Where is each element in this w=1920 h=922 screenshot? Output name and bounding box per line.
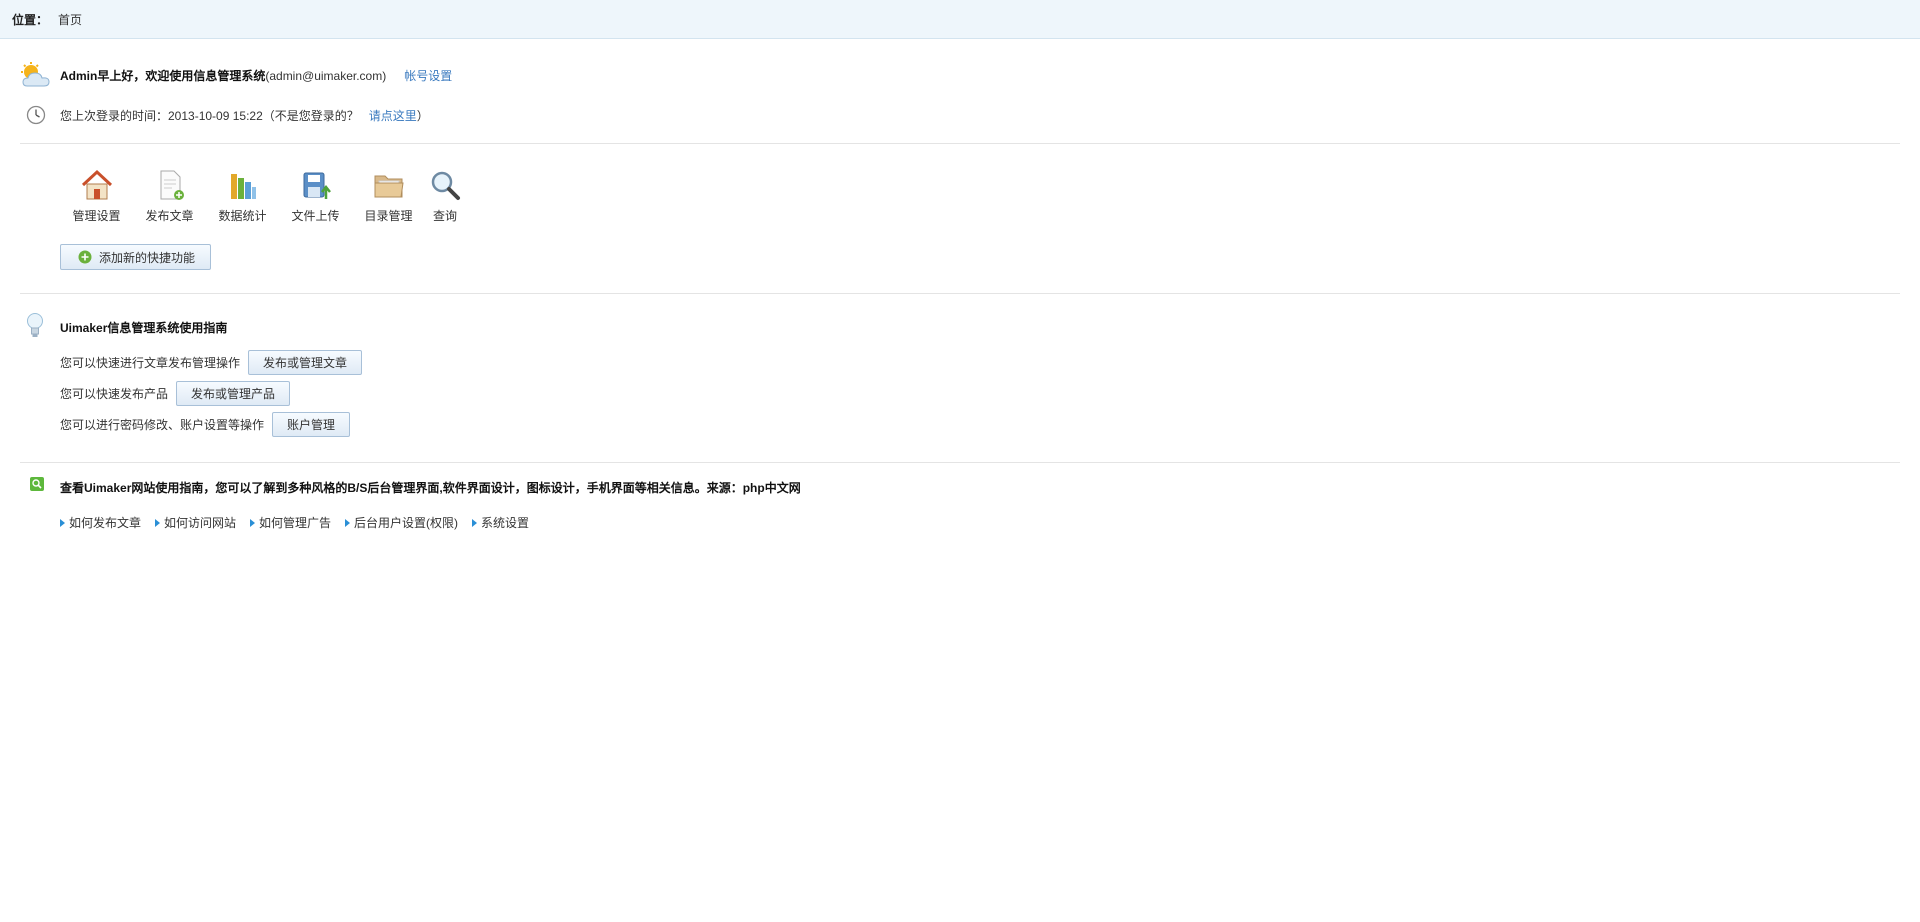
account-settings-link[interactable]: 帐号设置: [404, 69, 452, 83]
site-guide-section: 查看Uimaker网站使用指南，您可以了解到多种风格的B/S后台管理界面,软件界…: [20, 463, 1900, 583]
help-link-label: 如何管理广告: [259, 516, 332, 530]
guide-row-text: 您可以快速进行文章发布管理操作: [60, 356, 241, 370]
last-login-line: 您上次登录的时间：2013-10-09 15:22（不是您登录的？ 请点这里）: [60, 108, 429, 124]
help-link-publish-article[interactable]: 如何发布文章: [60, 514, 141, 531]
weather-icon: [21, 62, 50, 87]
guide-row-text: 您可以进行密码修改、账户设置等操作: [60, 418, 265, 432]
help-link-label: 系统设置: [481, 516, 530, 530]
main-content: Admin早上好，欢迎使用信息管理系统(admin@uimaker.com) 帐号…: [0, 39, 1920, 583]
plus-circle-icon: [78, 250, 92, 264]
new-document-icon: [160, 170, 184, 200]
shortcut-label: 发布文章: [145, 209, 194, 223]
arrow-right-icon: [472, 518, 478, 527]
shortcut-label: 文件上传: [291, 209, 340, 223]
help-link-label: 后台用户设置(权限): [354, 516, 459, 530]
folder-icon: [374, 175, 404, 198]
bar-chart-icon: [230, 174, 256, 199]
shortcut-label: 目录管理: [364, 209, 413, 223]
arrow-right-icon: [250, 518, 256, 527]
shortcut-manage-settings[interactable]: 管理设置: [60, 168, 133, 224]
shortcut-directory[interactable]: 目录管理: [352, 168, 425, 224]
guide-row-text: 您可以快速发布产品: [60, 387, 169, 401]
arrow-right-icon: [345, 518, 351, 527]
greeting-line: Admin早上好，欢迎使用信息管理系统(admin@uimaker.com) 帐号…: [60, 68, 452, 84]
add-shortcut-label: 添加新的快捷功能: [99, 250, 196, 265]
help-link-label: 如何访问网站: [164, 516, 237, 530]
location-bar: 位置： 首页: [0, 0, 1920, 39]
lightbulb-icon: [27, 313, 43, 337]
help-link-label: 如何发布文章: [69, 516, 142, 530]
help-link-system-settings[interactable]: 系统设置: [472, 514, 529, 531]
guide-title: Uimaker信息管理系统使用指南: [60, 321, 228, 335]
manage-products-button[interactable]: 发布或管理产品: [176, 381, 291, 406]
help-link-manage-ads[interactable]: 如何管理广告: [250, 514, 331, 531]
search-icon: [30, 477, 44, 491]
guide-row-account: 您可以进行密码修改、账户设置等操作 账户管理: [60, 412, 351, 437]
welcome-section: Admin早上好，欢迎使用信息管理系统(admin@uimaker.com) 帐号…: [20, 39, 1900, 144]
help-link-user-permissions[interactable]: 后台用户设置(权限): [345, 514, 458, 531]
guide-section: Uimaker信息管理系统使用指南 您可以快速进行文章发布管理操作 发布或管理文…: [20, 294, 1900, 463]
shortcut-label: 查询: [432, 209, 457, 223]
greeting-text: Admin早上好，欢迎使用信息管理系统: [60, 69, 266, 83]
manage-articles-button[interactable]: 发布或管理文章: [248, 350, 363, 375]
add-shortcut-button[interactable]: 添加新的快捷功能: [60, 244, 211, 270]
location-value: 首页: [58, 12, 83, 27]
user-email: (admin@uimaker.com): [265, 69, 387, 83]
site-guide-title: 查看Uimaker网站使用指南，您可以了解到多种风格的B/S后台管理界面,软件界…: [60, 481, 801, 495]
shortcut-label: 管理设置: [72, 209, 121, 223]
last-login-text: 您上次登录的时间：2013-10-09 15:22（不是您登录的？: [60, 109, 359, 123]
shortcut-publish-article[interactable]: 发布文章: [133, 168, 206, 224]
guide-row-articles: 您可以快速进行文章发布管理操作 发布或管理文章: [60, 350, 363, 375]
shortcut-query[interactable]: 查询: [425, 168, 465, 224]
not-me-link[interactable]: 请点这里: [369, 109, 417, 123]
shortcut-data-stats[interactable]: 数据统计: [206, 168, 279, 224]
magnifier-icon: [431, 171, 460, 200]
help-links: 如何发布文章 如何访问网站 如何管理广告 后台用户设置(权限) 系统设置: [60, 514, 543, 531]
guide-row-products: 您可以快速发布产品 发布或管理产品: [60, 381, 291, 406]
account-management-button[interactable]: 账户管理: [272, 412, 351, 437]
help-link-visit-site[interactable]: 如何访问网站: [155, 514, 236, 531]
home-icon: [81, 169, 112, 200]
shortcut-file-upload[interactable]: 文件上传: [279, 168, 352, 224]
shortcut-label: 数据统计: [218, 209, 267, 223]
clock-icon: [26, 105, 46, 125]
close-paren: ）: [416, 109, 429, 123]
arrow-right-icon: [60, 518, 65, 527]
upload-icon: [303, 172, 331, 199]
arrow-right-icon: [155, 518, 161, 527]
shortcut-list: 管理设置 发布文章 数据统计 文件上传 目录管理 查询: [60, 168, 465, 224]
shortcuts-section: 管理设置 发布文章 数据统计 文件上传 目录管理 查询 添加新的快捷功能: [20, 144, 1900, 294]
location-label: 位置：: [12, 12, 49, 27]
